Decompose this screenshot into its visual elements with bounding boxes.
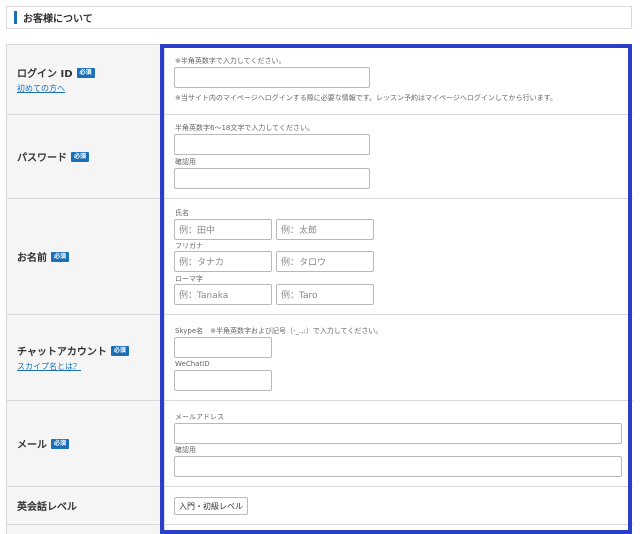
mail-confirm-label: 確認用 [175,446,196,454]
required-badge: 必須 [110,345,129,356]
roma-last-name-input[interactable]: 例：Tanaka [174,284,272,305]
label-cell-password: パスワード 必須 [7,115,165,198]
row-name: お名前 必須 氏名 例：田中 例：太郎 フリガナ 例：タナカ 例：タロウ ローマ… [7,199,633,315]
label-cell-chat-account: チャットアカウント 必須 スカイプ名とは？ [7,315,165,400]
label-cell-mail: メール 必須 [7,401,165,486]
chat-account-label: チャットアカウント [17,347,107,358]
label-cell-name: お名前 必須 [7,199,165,314]
row-next [7,525,633,534]
mail-address-label: メールアドレス [175,413,224,421]
required-badge: 必須 [76,67,95,78]
form-table: ログイン ID 必須 初めての方へ ※半角英数字で入力してください。 ※当サイト… [6,44,633,534]
kana-name-label: フリガナ [175,242,203,250]
required-badge: 必須 [71,151,90,162]
english-level-label: 英会話レベル [17,502,77,513]
password-label: パスワード [17,153,67,164]
value-cell-name: 氏名 例：田中 例：太郎 フリガナ 例：タナカ 例：タロウ ローマ字 例：Tan… [166,199,633,314]
kanji-name-label: 氏名 [175,209,189,217]
row-mail: メール 必須 メールアドレス 確認用 [7,401,633,487]
login-id-hint: ※半角英数字で入力してください。 [175,57,286,65]
kana-first-name-input[interactable]: 例：タロウ [276,251,374,272]
skype-name-input[interactable] [174,337,272,358]
first-time-link[interactable]: 初めての方へ [17,83,164,94]
section-header: お客様について [6,6,632,29]
label-cell-next [7,525,165,534]
value-cell-english-level: 入門・初級レベル [166,487,633,524]
password-input[interactable] [174,134,370,155]
value-cell-mail: メールアドレス 確認用 [166,401,633,486]
roma-first-name-input[interactable]: 例：Taro [276,284,374,305]
wechat-id-input[interactable] [174,370,272,391]
password-hint: 半角英数字6～18文字で入力してください。 [175,124,314,132]
login-id-label: ログイン ID [17,69,73,80]
value-cell-login-id: ※半角英数字で入力してください。 ※当サイト内のマイページへログインする際に必要… [166,45,633,114]
section-title: お客様について [23,14,93,25]
password-confirm-label: 確認用 [175,158,196,166]
login-id-input[interactable] [174,67,370,88]
password-confirm-input[interactable] [174,168,370,189]
kanji-first-name-input[interactable]: 例：太郎 [276,219,374,240]
value-cell-password: 半角英数字6～18文字で入力してください。 確認用 [166,115,633,198]
section-accent-bar [14,11,17,24]
row-chat-account: チャットアカウント 必須 スカイプ名とは？ Skype名 ※半角英数字および記号… [7,315,633,401]
wechat-id-label: WeChatID [175,360,210,368]
mail-confirm-input[interactable] [174,456,622,477]
kana-last-name-input[interactable]: 例：タナカ [174,251,272,272]
row-login-id: ログイン ID 必須 初めての方へ ※半角英数字で入力してください。 ※当サイト… [7,45,633,115]
mail-label: メール [17,440,47,451]
required-badge: 必須 [51,438,70,449]
skype-name-help-link[interactable]: スカイプ名とは？ [17,361,164,372]
roma-name-label: ローマ字 [175,275,203,283]
mail-address-input[interactable] [174,423,622,444]
kanji-last-name-input[interactable]: 例：田中 [174,219,272,240]
required-badge: 必須 [51,251,70,262]
row-english-level: 英会話レベル 入門・初級レベル [7,487,633,525]
value-cell-chat-account: Skype名 ※半角英数字および記号（-_.,:）で入力してください。 WeCh… [166,315,633,400]
row-password: パスワード 必須 半角英数字6～18文字で入力してください。 確認用 [7,115,633,199]
label-cell-english-level: 英会話レベル [7,487,165,524]
login-id-note: ※当サイト内のマイページへログインする際に必要な情報です。レッスン予約はマイペー… [175,94,557,102]
skype-name-label: Skype名 ※半角英数字および記号（-_.,:）で入力してください。 [175,327,383,335]
name-label: お名前 [17,253,47,264]
english-level-select[interactable]: 入門・初級レベル [174,497,248,515]
label-cell-login-id: ログイン ID 必須 初めての方へ [7,45,165,114]
